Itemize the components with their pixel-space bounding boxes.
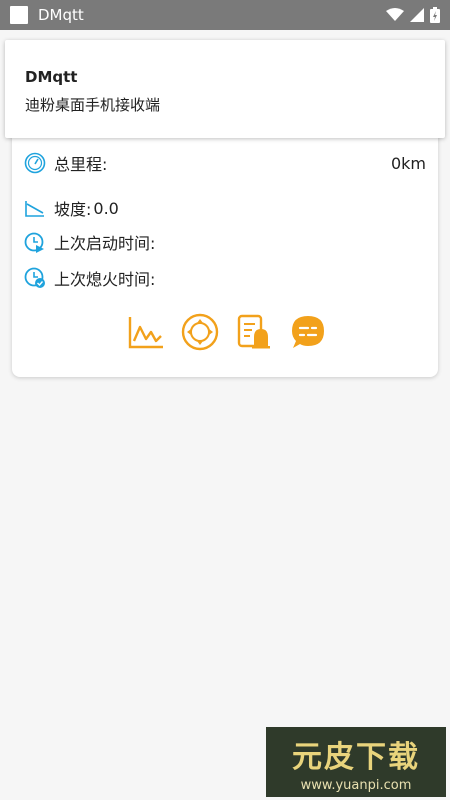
off-time-icon <box>24 267 46 289</box>
watermark-logo-text: 元皮下载 <box>292 739 420 775</box>
battery-icon <box>430 7 440 23</box>
direction-button[interactable] <box>181 313 219 351</box>
direction-pad-icon <box>181 313 219 351</box>
app-square-icon <box>10 6 28 24</box>
total-mileage-label: 总里程: <box>54 155 108 174</box>
slope-value: 0.0 <box>93 198 119 218</box>
notification-banner[interactable]: DMqtt 迪粉桌面手机接收端 <box>5 40 445 138</box>
action-bar <box>12 313 438 351</box>
message-button[interactable] <box>289 313 327 351</box>
slope-label: 坡度: <box>54 200 92 219</box>
wifi-icon <box>386 8 404 21</box>
notification-text: 迪粉桌面手机接收端 <box>25 96 161 114</box>
total-mileage-row: 总里程: 0km <box>24 150 426 176</box>
watermark-logo: 元皮下载 www.yuanpi.com <box>266 727 446 797</box>
last-start-time-row: 上次启动时间: <box>24 229 426 255</box>
signal-icon <box>410 8 424 22</box>
watermark-url: www.yuanpi.com <box>300 777 412 793</box>
chart-icon <box>128 317 163 349</box>
last-off-time-row: 上次熄火时间: <box>24 265 426 291</box>
chat-icon <box>292 316 324 348</box>
total-mileage-value: 0km <box>390 153 426 173</box>
vehicle-info-card: 总里程: 0km 坡度: 0.0 上次启动时间: 上次熄火时间: <box>12 118 438 377</box>
status-bar: DMqtt <box>0 0 450 30</box>
slope-icon <box>24 197 46 219</box>
last-start-time-label: 上次启动时间: <box>54 234 156 253</box>
alarm-document-icon <box>237 314 270 349</box>
last-off-time-label: 上次熄火时间: <box>54 270 156 289</box>
status-bar-title: DMqtt <box>38 6 84 24</box>
speedometer-icon <box>24 152 46 174</box>
chart-button[interactable] <box>127 313 165 351</box>
start-time-icon <box>24 231 46 253</box>
alarm-log-button[interactable] <box>235 313 273 351</box>
notification-title: DMqtt <box>25 68 78 86</box>
slope-row: 坡度: 0.0 <box>24 195 426 221</box>
